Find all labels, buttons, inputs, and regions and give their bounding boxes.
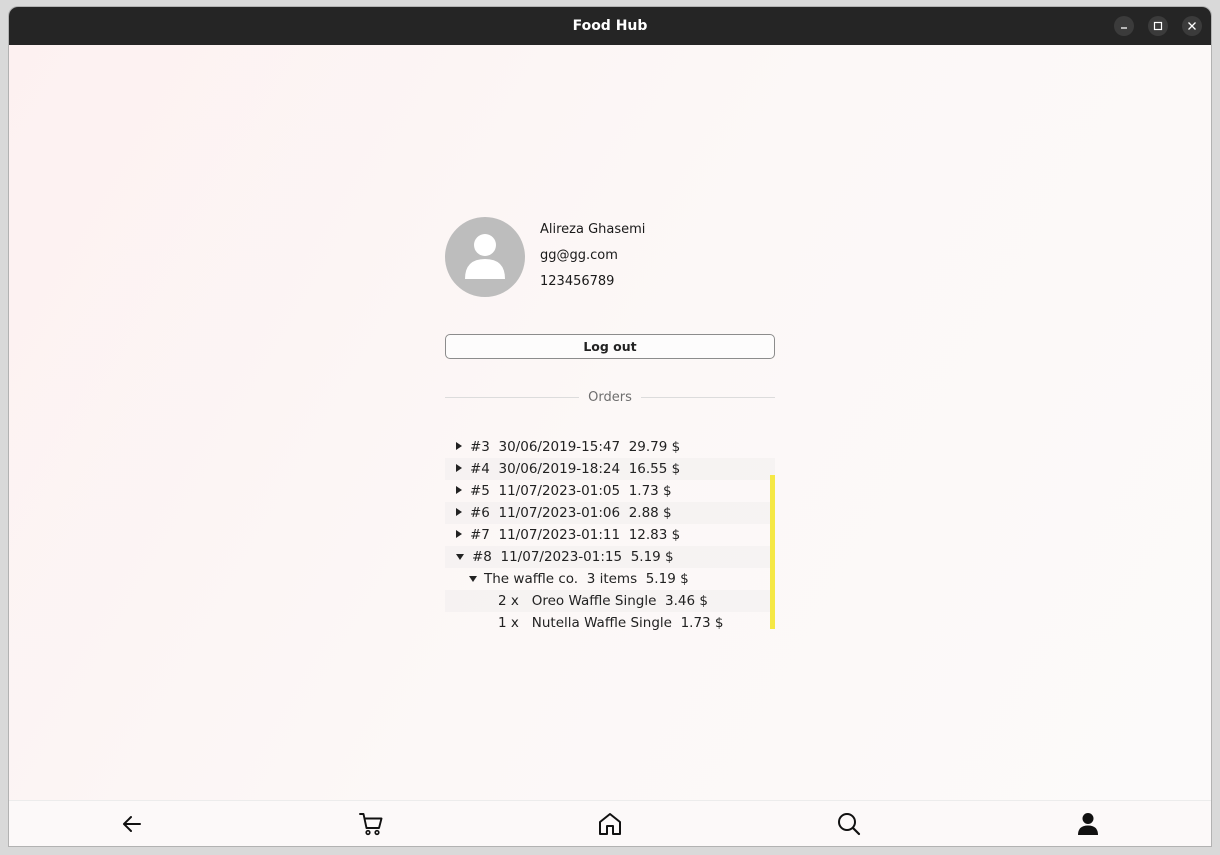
avatar [445, 217, 525, 297]
close-button[interactable] [1182, 16, 1202, 36]
order-item-row: 2 x Oreo Waffle Single 3.46 $ [445, 590, 775, 612]
search-button[interactable] [836, 811, 862, 837]
user-avatar-icon [465, 234, 505, 279]
order-row[interactable]: #5 11/07/2023-01:05 1.73 $ [445, 480, 775, 502]
profile-info: Alireza Ghasemi gg@gg.com 123456789 [540, 223, 645, 301]
orders-tree: #3 30/06/2019-15:47 29.79 $ #4 30/06/201… [445, 436, 775, 634]
order-row[interactable]: #6 11/07/2023-01:06 2.88 $ [445, 502, 775, 524]
profile-name: Alireza Ghasemi [540, 222, 646, 237]
orders-heading: Orders [588, 390, 632, 405]
window-title: Food Hub [572, 18, 648, 34]
collapse-arrow-icon[interactable] [469, 575, 477, 582]
order-row[interactable]: #7 11/07/2023-01:11 12.83 $ [445, 524, 775, 546]
order-row[interactable]: #3 30/06/2019-15:47 29.79 $ [445, 436, 775, 458]
app-window: Food Hub Alireza Ghasemi gg@gg.com 12345… [9, 7, 1211, 846]
order-item-row: 1 x Nutella Waffle Single 1.73 $ [498, 615, 724, 631]
maximize-icon [1153, 21, 1163, 31]
title-bar: Food Hub [9, 7, 1211, 45]
home-icon [599, 813, 621, 835]
back-icon [123, 816, 141, 832]
main-content: Alireza Ghasemi gg@gg.com 123456789 Log … [9, 45, 1211, 846]
home-button[interactable] [597, 811, 623, 837]
cart-icon [359, 813, 383, 836]
profile-button[interactable] [1075, 811, 1101, 837]
cart-button[interactable] [358, 811, 384, 837]
user-icon [1078, 813, 1098, 835]
order-row[interactable]: #4 30/06/2019-18:24 16.55 $ [445, 458, 775, 480]
restaurant-row[interactable]: The waffle co. 3 items 5.19 $ [445, 568, 775, 590]
back-button[interactable] [119, 811, 145, 837]
profile-email: gg@gg.com [540, 248, 618, 263]
maximize-button[interactable] [1148, 16, 1168, 36]
order-row-expanded[interactable]: #8 11/07/2023-01:15 5.19 $ [445, 546, 775, 568]
search-icon [838, 813, 861, 836]
profile-phone: 123456789 [540, 274, 615, 289]
minimize-icon [1121, 27, 1127, 29]
close-icon [1188, 22, 1196, 30]
minimize-button[interactable] [1114, 16, 1134, 36]
orders-divider: Orders [445, 389, 775, 407]
bottom-nav [9, 800, 1211, 846]
orders-scrollbar[interactable] [770, 475, 775, 629]
collapse-arrow-icon[interactable] [456, 553, 464, 560]
logout-button[interactable]: Log out [445, 334, 775, 359]
